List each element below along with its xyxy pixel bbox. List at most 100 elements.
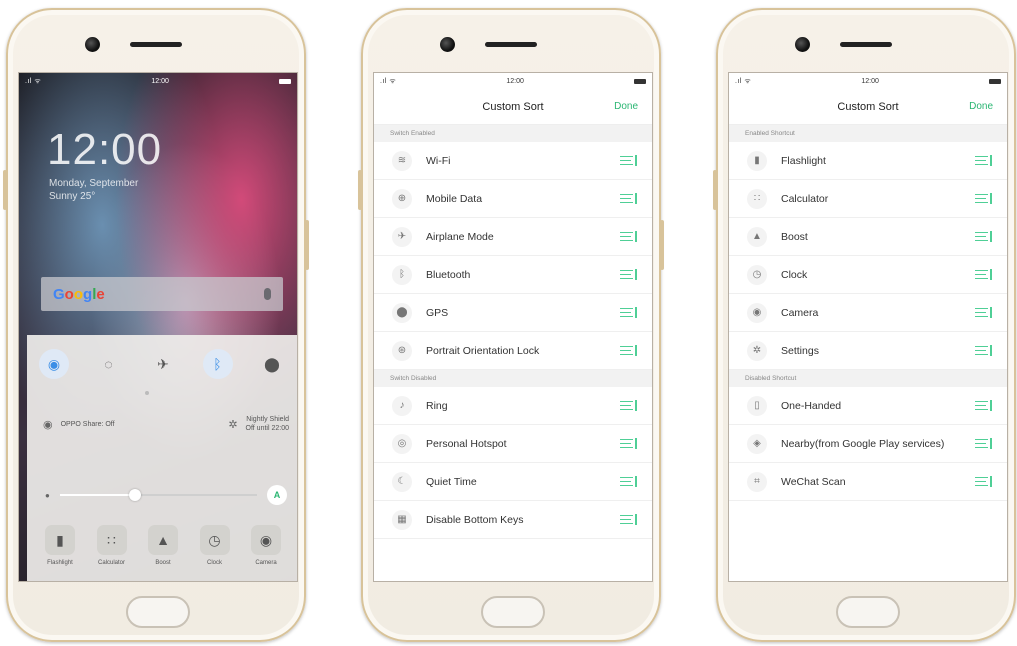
nearby-icon: ◈ (747, 433, 767, 454)
camera-icon: ◉ (251, 525, 281, 555)
power-button[interactable] (305, 220, 309, 270)
header: Custom Sort Done (374, 89, 652, 125)
list-item-label: One-Handed (781, 399, 842, 412)
wifi-toggle[interactable]: ◉ (39, 349, 69, 379)
list-item[interactable]: ✲ Settings (729, 332, 1007, 370)
oppo-share-label: OPPO Share: Off (60, 420, 115, 428)
shortcut-clock[interactable]: ◷ Clock (190, 525, 240, 566)
enabled-shortcut-list: ▮ Flashlight ∷ Calculator ▲ Boost ◷ Clock ◉ Camer… (729, 142, 1007, 370)
home-button[interactable] (481, 596, 545, 628)
shortcut-camera[interactable]: ◉ Camera (241, 525, 291, 566)
list-item[interactable]: ⊛ Portrait Orientation Lock (374, 332, 652, 370)
phone-shortcut-sort: .ıl ᯤ 12:00 Custom Sort Done Enabled Sho… (713, 8, 1016, 642)
drag-handle-icon[interactable] (620, 513, 638, 526)
shortcut-label: Boost (155, 560, 171, 566)
drag-handle-icon[interactable] (975, 192, 993, 205)
list-item[interactable]: ◈ Nearby(from Google Play services) (729, 425, 1007, 463)
drag-handle-icon[interactable] (620, 344, 638, 357)
battery-icon (279, 78, 291, 84)
drag-handle-icon[interactable] (620, 192, 638, 205)
list-item[interactable]: ✈ Airplane Mode (374, 218, 652, 256)
home-button[interactable] (126, 596, 190, 628)
list-item[interactable]: ◎ Personal Hotspot (374, 425, 652, 463)
bluetooth-toggle[interactable]: ᛒ (202, 349, 233, 379)
list-item-label: Nearby(from Google Play services) (781, 437, 945, 450)
status-time: 12:00 (506, 77, 524, 85)
signal-icon: .ıl ᯤ (735, 77, 752, 85)
shortcut-calculator[interactable]: ∷ Calculator (87, 525, 137, 566)
front-camera (85, 37, 100, 52)
drag-handle-icon[interactable] (975, 154, 993, 167)
section-header-enabled: Switch Enabled (374, 125, 652, 142)
list-item[interactable]: ⌗ WeChat Scan (729, 463, 1007, 501)
orientation-lock-icon: ⊛ (392, 340, 412, 361)
drag-handle-icon[interactable] (975, 437, 993, 450)
microphone-icon[interactable] (264, 288, 271, 300)
status-bar: .ıl ᯤ 12:00 (374, 73, 652, 89)
list-item[interactable]: ▦ Disable Bottom Keys (374, 501, 652, 539)
power-button[interactable] (660, 220, 664, 270)
switch-sort-screen: .ıl ᯤ 12:00 Custom Sort Done Switch Enab… (373, 72, 653, 582)
gps-icon: ⬤ (392, 302, 412, 323)
drag-handle-icon[interactable] (620, 475, 638, 488)
volume-button[interactable] (358, 170, 362, 210)
page-title: Custom Sort (837, 100, 899, 113)
airplane-toggle[interactable]: ✈ (148, 349, 178, 379)
volume-button[interactable] (713, 170, 717, 210)
mobile-data-toggle[interactable]: ◌ (94, 349, 124, 379)
list-item[interactable]: ⊕ Mobile Data (374, 180, 652, 218)
drag-handle-icon[interactable] (620, 154, 638, 167)
shortcut-boost[interactable]: ▲ Boost (138, 525, 188, 566)
brightness-slider[interactable] (59, 489, 257, 501)
shortcut-label: Calculator (97, 560, 125, 566)
list-item-label: Mobile Data (426, 192, 483, 205)
drag-handle-icon[interactable] (620, 399, 638, 412)
done-button[interactable]: Done (614, 101, 638, 112)
enabled-switch-list: ≋ Wi-Fi ⊕ Mobile Data ✈ Airplane Mode ᛒ Bluetoo… (374, 142, 652, 370)
drag-handle-icon[interactable] (975, 268, 993, 281)
boost-icon: ▲ (747, 226, 767, 247)
quick-row-2: ◉ OPPO Share: Off ✲ Nightly Shield Off u… (43, 415, 289, 433)
drag-handle-icon[interactable] (975, 399, 993, 412)
list-item[interactable]: ▯ One-Handed (729, 387, 1007, 425)
list-item-label: Wi-Fi (426, 154, 451, 167)
list-item-label: Disable Bottom Keys (426, 513, 524, 526)
list-item[interactable]: ☾ Quiet Time (374, 463, 652, 501)
list-item-label: Settings (781, 344, 819, 357)
location-toggle[interactable]: ⬤ (257, 349, 287, 379)
drag-handle-icon[interactable] (620, 268, 638, 281)
list-item[interactable]: ♪ Ring (374, 387, 652, 425)
list-item[interactable]: ᛒ Bluetooth (374, 256, 652, 294)
drag-handle-icon[interactable] (620, 230, 638, 243)
battery-icon (634, 78, 646, 84)
status-bar: .ıl ᯤ 12:00 (729, 73, 1007, 89)
list-item[interactable]: ▮ Flashlight (729, 142, 1007, 180)
night-shield-toggle[interactable]: ✲ Nightly Shield Off until 22:00 (228, 415, 289, 433)
google-search-bar[interactable]: Google (41, 277, 283, 311)
drag-handle-icon[interactable] (620, 437, 638, 450)
list-item[interactable]: ◷ Clock (729, 256, 1007, 294)
google-logo: Google (53, 285, 105, 303)
list-item[interactable]: ∷ Calculator (729, 180, 1007, 218)
list-item-label: WeChat Scan (781, 475, 846, 488)
list-item[interactable]: ⬤ GPS (374, 294, 652, 332)
volume-button[interactable] (3, 170, 7, 210)
oppo-share-toggle[interactable]: ◉ OPPO Share: Off (43, 418, 115, 431)
list-item[interactable]: ≋ Wi-Fi (374, 142, 652, 180)
auto-brightness-button[interactable]: A (267, 485, 287, 505)
status-time: 12:00 (861, 77, 879, 85)
done-button[interactable]: Done (969, 101, 993, 112)
shortcut-flashlight[interactable]: ▮ Flashlight (35, 525, 85, 566)
drag-handle-icon[interactable] (975, 306, 993, 319)
list-item[interactable]: ◉ Camera (729, 294, 1007, 332)
drag-handle-icon[interactable] (620, 306, 638, 319)
drag-handle-icon[interactable] (975, 475, 993, 488)
drag-handle-icon[interactable] (975, 344, 993, 357)
phone-lock-screen: .ıl ᯤ 12:00 12:00 Monday, September Sunn… (3, 8, 309, 642)
list-item[interactable]: ▲ Boost (729, 218, 1007, 256)
brightness-knob[interactable] (128, 489, 141, 501)
disabled-switch-list: ♪ Ring ◎ Personal Hotspot ☾ Quiet Time ▦ Disabl… (374, 387, 652, 539)
location-icon: ⬤ (264, 355, 280, 372)
home-button[interactable] (836, 596, 900, 628)
drag-handle-icon[interactable] (975, 230, 993, 243)
